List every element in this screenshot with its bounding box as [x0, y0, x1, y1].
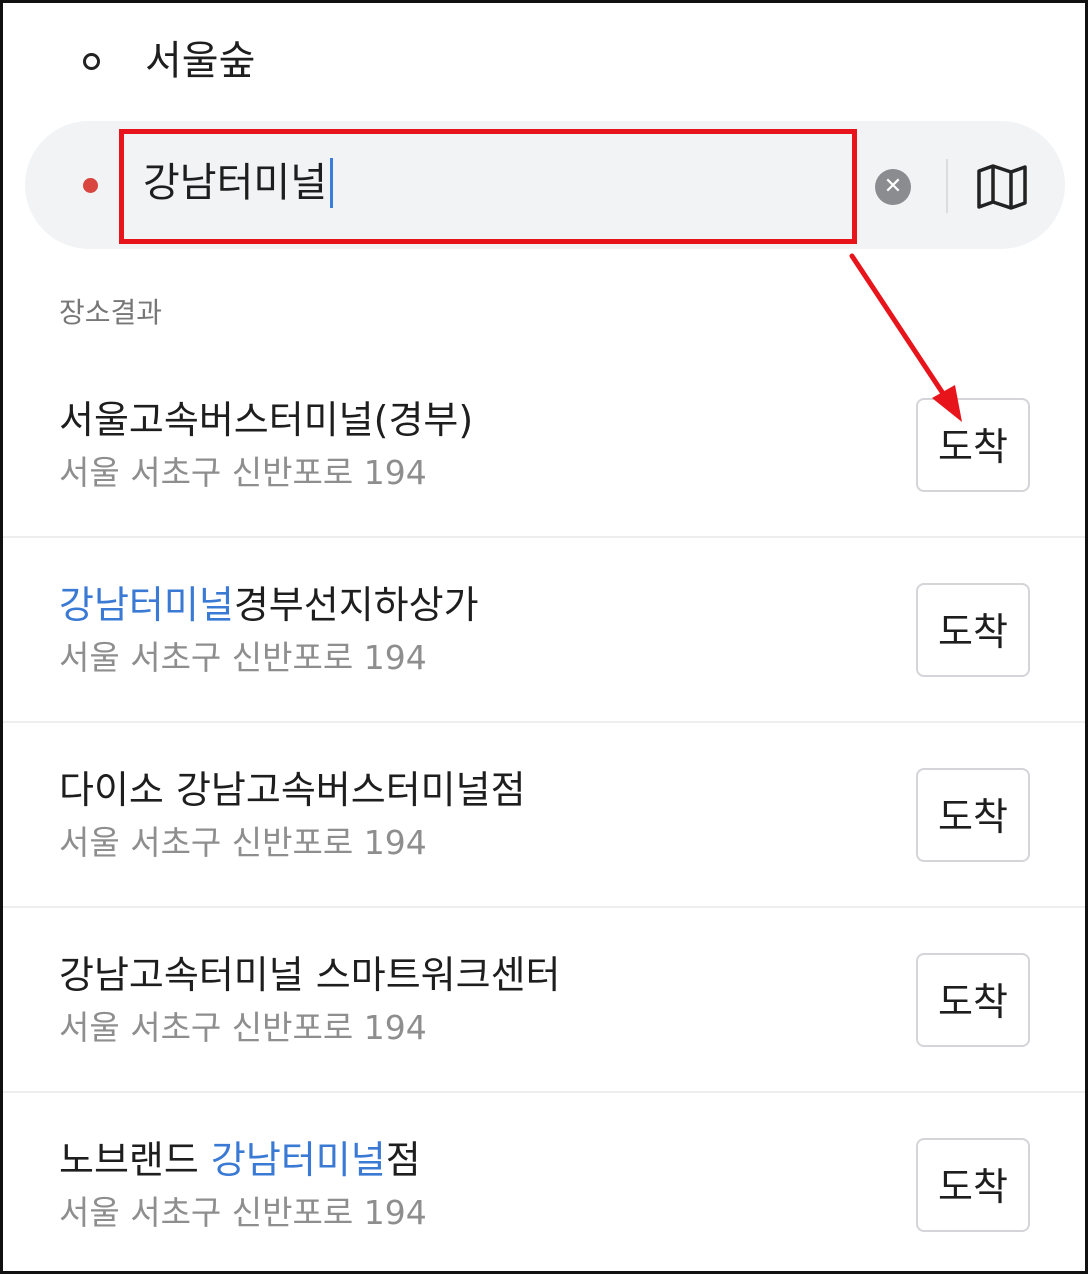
list-item[interactable]: 서울고속버스터미널(경부) 서울 서초구 신반포로 194 도착 [3, 353, 1085, 538]
result-address: 서울 서초구 신반포로 194 [59, 1193, 427, 1232]
arrive-button[interactable]: 도착 [916, 768, 1030, 862]
destination-dot-icon [83, 178, 98, 193]
destination-input[interactable]: 강남터미널 [143, 155, 333, 211]
map-icon[interactable] [975, 163, 1029, 211]
destination-input-value: 강남터미널 [143, 160, 327, 206]
list-item[interactable]: 노브랜드 강남터미널점 서울 서초구 신반포로 194 도착 [3, 1093, 1085, 1271]
origin-dot-icon [83, 53, 100, 70]
result-address: 서울 서초구 신반포로 194 [59, 1008, 427, 1047]
origin-input[interactable]: 서울숲 [145, 37, 255, 85]
section-label: 장소결과 [59, 296, 163, 329]
arrive-button[interactable]: 도착 [916, 398, 1030, 492]
list-item[interactable]: 다이소 강남고속버스터미널점 서울 서초구 신반포로 194 도착 [3, 723, 1085, 908]
screen-frame: 서울숲 강남터미널 ✕ 장소결과 서울고속버스터미널(경부) 서울 서초구 신반… [0, 0, 1088, 1274]
arrive-button[interactable]: 도착 [916, 583, 1030, 677]
result-name: 노브랜드 강남터미널점 [59, 1138, 421, 1182]
divider [946, 159, 948, 213]
result-name: 다이소 강남고속버스터미널점 [59, 768, 526, 812]
clear-icon[interactable]: ✕ [875, 169, 911, 205]
result-address: 서울 서초구 신반포로 194 [59, 453, 427, 492]
list-item[interactable]: 강남고속터미널 스마트워크센터 서울 서초구 신반포로 194 도착 [3, 908, 1085, 1093]
arrive-button[interactable]: 도착 [916, 953, 1030, 1047]
result-address: 서울 서초구 신반포로 194 [59, 823, 427, 862]
arrive-button[interactable]: 도착 [916, 1138, 1030, 1232]
results-list: 서울고속버스터미널(경부) 서울 서초구 신반포로 194 도착 강남터미널경부… [3, 353, 1085, 1271]
destination-search-bar: 강남터미널 ✕ [25, 121, 1065, 249]
result-name: 강남고속터미널 스마트워크센터 [59, 953, 561, 997]
list-item[interactable]: 강남터미널경부선지하상가 서울 서초구 신반포로 194 도착 [3, 538, 1085, 723]
result-name: 강남터미널경부선지하상가 [59, 583, 479, 627]
text-caret [330, 158, 333, 208]
result-address: 서울 서초구 신반포로 194 [59, 638, 427, 677]
result-name: 서울고속버스터미널(경부) [59, 398, 474, 442]
origin-field[interactable]: 서울숲 [3, 33, 1085, 93]
